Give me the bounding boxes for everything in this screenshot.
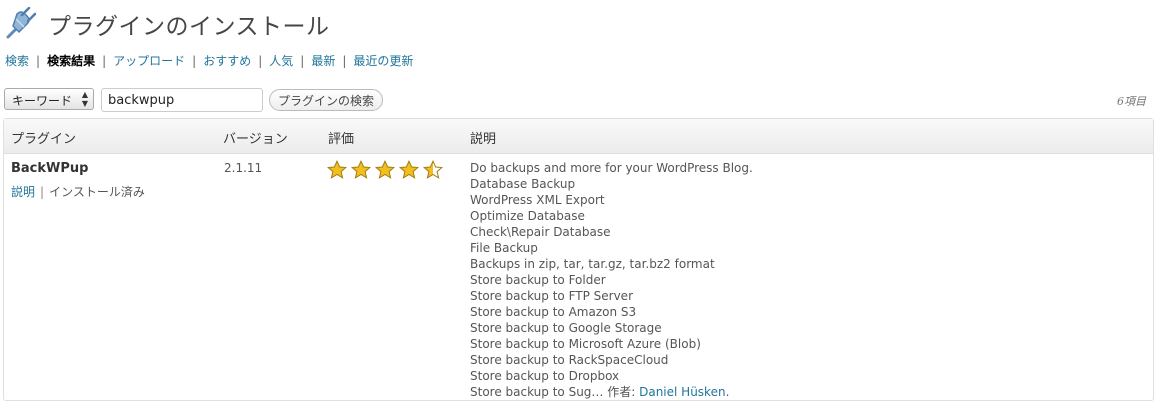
subnav-separator: | (300, 54, 305, 68)
description-truncated-text: Store backup to Sug… (470, 385, 604, 399)
subnav-separator: | (258, 54, 263, 68)
search-type-value: キーワード (12, 94, 73, 108)
plugin-description: Do backups and more for your WordPress B… (470, 160, 753, 400)
description-line: Store backup to Amazon S3 (470, 305, 637, 319)
column-header-version: バージョン (223, 132, 288, 147)
description-line: Store backup to Microsoft Azure (Blob) (470, 337, 701, 351)
subnav-search[interactable]: 検索 (5, 54, 29, 68)
plugin-plug-icon (6, 7, 37, 39)
description-line: File Backup (470, 241, 538, 255)
plugin-version: 2.1.11 (224, 161, 263, 175)
plugin-name: BackWPup (11, 161, 89, 176)
description-line: Backups in zip, tar, tar.gz, tar.bz2 for… (470, 257, 715, 271)
description-line: Optimize Database (470, 209, 585, 223)
subnav-popular[interactable]: 人気 (269, 54, 293, 68)
subnav-separator: | (192, 54, 197, 68)
subnav-separator: | (102, 54, 107, 68)
description-line: Database Backup (470, 177, 576, 191)
description-line: Store backup to Dropbox (470, 369, 620, 383)
column-header-description: 説明 (470, 132, 497, 147)
subnav-featured[interactable]: おすすめ (203, 54, 251, 68)
description-line: WordPress XML Export (470, 193, 605, 207)
search-type-select[interactable]: キーワード ▲ ▼ (4, 88, 94, 110)
table-header: プラグイン バージョン 評価 説明 (4, 119, 1153, 154)
description-line: Store backup to Folder (470, 273, 606, 287)
subnav-search-results[interactable]: 検索結果 (47, 54, 95, 68)
column-header-plugin: プラグイン (11, 132, 77, 147)
rating-stars (327, 160, 447, 180)
plugins-table: プラグイン バージョン 評価 説明 BackWPup 説明 | インストール済み 2… (3, 118, 1154, 401)
column-header-rating: 評価 (328, 132, 355, 147)
action-separator: | (40, 185, 45, 199)
search-plugins-button[interactable]: プラグインの検索 (269, 89, 383, 111)
description-last-line: Store backup to Sug… 作者: Daniel Hüsken. (470, 384, 753, 400)
description-line: Store backup to RackSpaceCloud (470, 353, 669, 367)
plugin-details-link[interactable]: 説明 (11, 185, 35, 199)
rating-star-icon (375, 160, 395, 179)
plugin-actions: 説明 | インストール済み (11, 183, 145, 200)
installed-status: インストール済み (49, 185, 145, 199)
author-link[interactable]: Daniel Hüsken (639, 385, 725, 399)
subnav-separator: | (342, 54, 347, 68)
select-arrows-icon: ▲ ▼ (81, 90, 88, 108)
subnav-separator: | (36, 54, 41, 68)
author-suffix: . (725, 385, 730, 399)
search-input[interactable] (101, 88, 263, 112)
item-count: 6項目 (1117, 95, 1146, 108)
rating-star-icon (423, 160, 443, 179)
page-title: プラグインのインストール (48, 14, 330, 40)
subnav-recently-updated[interactable]: 最近の更新 (353, 54, 413, 68)
rating-star-icon (399, 160, 419, 179)
rating-star-icon (351, 160, 371, 179)
description-line: Store backup to FTP Server (470, 289, 634, 303)
description-line: Do backups and more for your WordPress B… (470, 161, 753, 175)
description-line: Check\Repair Database (470, 225, 611, 239)
page-header: プラグインのインストール (4, 4, 330, 44)
author-prefix: 作者: (603, 385, 640, 399)
description-line: Store backup to Google Storage (470, 321, 662, 335)
subnav: 検索 | 検索結果 | アップロード | おすすめ | 人気 | 最新 | 最近の更新 (5, 52, 413, 69)
subnav-newest[interactable]: 最新 (311, 54, 335, 68)
rating-star-icon (327, 160, 347, 179)
subnav-upload[interactable]: アップロード (113, 54, 185, 68)
